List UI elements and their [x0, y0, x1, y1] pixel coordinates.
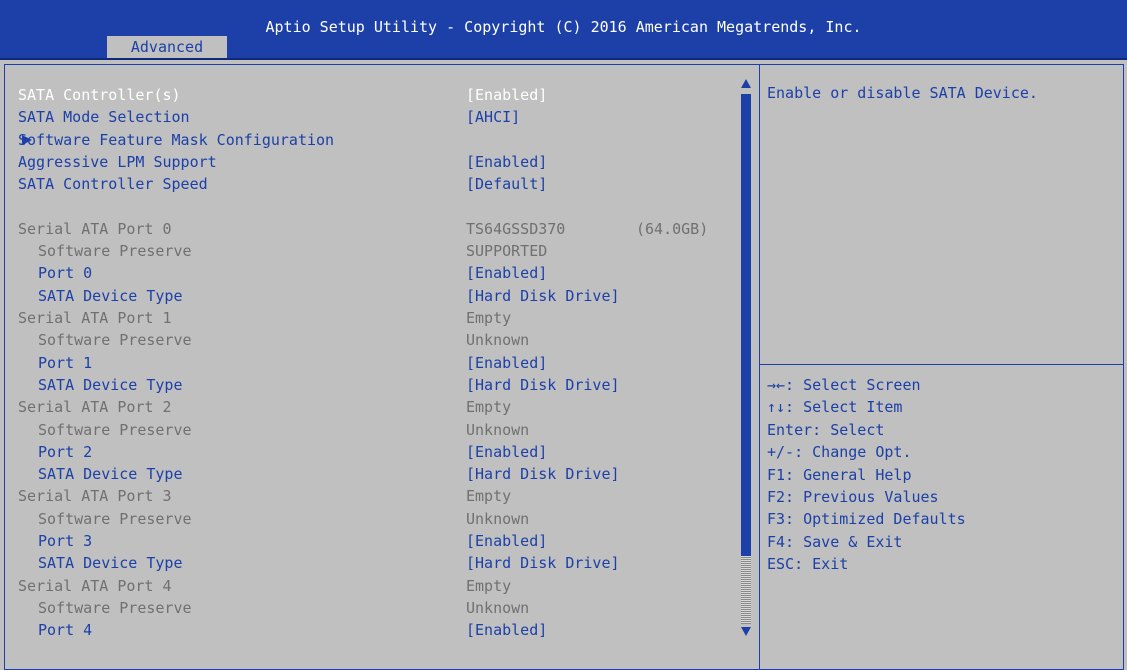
- port-2-software-preserve-label: Software Preserve: [38, 420, 192, 439]
- scroll-down-arrow-icon[interactable]: [741, 627, 751, 636]
- port-2-enable[interactable]: Port 2 [Enabled]: [0, 441, 735, 463]
- port-1-enable-value[interactable]: [Enabled]: [466, 352, 547, 374]
- setting-sata-controllers[interactable]: SATA Controller(s) [Enabled]: [0, 84, 735, 106]
- port-2-info: Serial ATA Port 2 Empty: [0, 396, 735, 418]
- port-2-device-type[interactable]: SATA Device Type [Hard Disk Drive]: [0, 463, 735, 485]
- port-1-info-value: Empty: [466, 309, 512, 327]
- port-0-software-preserve: Software Preserve SUPPORTED: [0, 240, 735, 262]
- submenu-software-feature-mask-label: Software Feature Mask Configuration: [18, 130, 335, 149]
- port-1-device-type-label: SATA Device Type: [38, 375, 183, 394]
- port-1-enable-label: Port 1: [38, 353, 93, 372]
- port-4-software-preserve-label: Software Preserve: [38, 598, 192, 617]
- port-0-enable-value[interactable]: [Enabled]: [466, 262, 547, 284]
- panel-divider: [759, 64, 760, 670]
- port-4-software-preserve-value: Unknown: [466, 598, 530, 617]
- app-title: Aptio Setup Utility - Copyright (C) 2016…: [265, 18, 862, 36]
- port-3-software-preserve-value: Unknown: [466, 509, 530, 528]
- port-2-device-type-value[interactable]: [Hard Disk Drive]: [466, 463, 620, 485]
- port-2-device-type-label: SATA Device Type: [38, 465, 183, 484]
- setting-aggressive-lpm-value[interactable]: [Enabled]: [466, 151, 547, 173]
- port-4-info-value: Empty: [466, 576, 512, 595]
- port-0-device-type-value[interactable]: [Hard Disk Drive]: [466, 285, 620, 307]
- port-3-enable-value[interactable]: [Enabled]: [466, 530, 547, 552]
- port-1-software-preserve-value: Unknown: [466, 331, 530, 350]
- port-4-enable-value[interactable]: [Enabled]: [466, 619, 547, 641]
- port-1-device-type-value[interactable]: [Hard Disk Drive]: [466, 374, 620, 396]
- port-2-enable-value[interactable]: [Enabled]: [466, 441, 547, 463]
- title-bar: Aptio Setup Utility - Copyright (C) 2016…: [0, 0, 1127, 60]
- key-help-item: Enter: Select: [767, 420, 885, 439]
- key-help-item: F1: General Help: [767, 465, 912, 484]
- setting-sata-controllers-label: SATA Controller(s): [18, 86, 181, 104]
- port-4-enable-label: Port 4: [38, 621, 93, 640]
- setting-aggressive-lpm[interactable]: Aggressive LPM Support [Enabled]: [0, 151, 735, 173]
- port-3-enable[interactable]: Port 3 [Enabled]: [0, 530, 735, 552]
- key-help-item: +/-: Change Opt.: [767, 443, 912, 462]
- port-4-software-preserve: Software Preserve Unknown: [0, 597, 735, 619]
- port-3-device-type-label: SATA Device Type: [38, 554, 183, 573]
- port-0-info-value: TS64GSSD370: [466, 219, 566, 238]
- port-3-info: Serial ATA Port 3 Empty: [0, 485, 735, 507]
- port-3-software-preserve: Software Preserve Unknown: [0, 508, 735, 530]
- tab-advanced[interactable]: Advanced: [107, 36, 227, 58]
- setting-sata-mode-value[interactable]: [AHCI]: [466, 106, 520, 128]
- scroll-track-empty[interactable]: [741, 556, 751, 624]
- port-0-software-preserve-label: Software Preserve: [38, 242, 192, 261]
- port-0-device-type[interactable]: SATA Device Type [Hard Disk Drive]: [0, 285, 735, 307]
- port-0-enable-label: Port 0: [38, 264, 93, 283]
- help-divider: [760, 364, 1124, 365]
- port-0-enable[interactable]: Port 0 [Enabled]: [0, 262, 735, 284]
- port-2-software-preserve-value: Unknown: [466, 420, 530, 439]
- port-1-info-label: Serial ATA Port 1: [18, 309, 172, 327]
- port-0-device-type-label: SATA Device Type: [38, 286, 183, 305]
- key-help-item: F4: Save & Exit: [767, 532, 903, 551]
- port-1-device-type[interactable]: SATA Device Type [Hard Disk Drive]: [0, 374, 735, 396]
- setting-sata-controller-speed[interactable]: SATA Controller Speed [Default]: [0, 173, 735, 195]
- port-1-software-preserve: Software Preserve Unknown: [0, 329, 735, 351]
- port-2-info-label: Serial ATA Port 2: [18, 398, 172, 417]
- port-2-info-value: Empty: [466, 398, 512, 417]
- port-2-enable-label: Port 2: [38, 442, 93, 461]
- port-0-info: Serial ATA Port 0 TS64GSSD370 (64.0GB): [0, 218, 735, 240]
- submenu-software-feature-mask[interactable]: Software Feature Mask Configuration: [0, 129, 735, 151]
- key-help-item: F3: Optimized Defaults: [767, 510, 966, 529]
- setting-sata-mode[interactable]: SATA Mode Selection [AHCI]: [0, 106, 735, 128]
- port-1-software-preserve-label: Software Preserve: [38, 331, 192, 350]
- port-0-software-preserve-value: SUPPORTED: [466, 242, 548, 261]
- setting-sata-mode-label: SATA Mode Selection: [18, 108, 190, 127]
- port-3-enable-label: Port 3: [38, 532, 93, 550]
- key-help-item: →←: Select Screen: [767, 376, 921, 394]
- port-0-info-size: (64.0GB): [636, 219, 709, 238]
- port-0-info-label: Serial ATA Port 0: [18, 219, 172, 238]
- port-1-enable[interactable]: Port 1 [Enabled]: [0, 352, 735, 374]
- setting-sata-controller-speed-label: SATA Controller Speed: [18, 175, 208, 194]
- port-3-info-label: Serial ATA Port 3: [18, 487, 172, 506]
- port-1-info: Serial ATA Port 1 Empty: [0, 307, 735, 329]
- port-4-info-label: Serial ATA Port 4: [18, 576, 172, 595]
- key-help-item: F2: Previous Values: [767, 488, 939, 506]
- port-4-info: Serial ATA Port 4 Empty: [0, 575, 735, 597]
- help-description: Enable or disable SATA Device.: [767, 84, 1038, 102]
- setting-sata-controllers-value[interactable]: [Enabled]: [466, 84, 547, 106]
- port-3-device-type-value[interactable]: [Hard Disk Drive]: [466, 552, 620, 574]
- key-help-item: ESC: Exit: [767, 555, 849, 574]
- port-4-enable[interactable]: Port 4 [Enabled]: [0, 619, 735, 641]
- setting-sata-controller-speed-value[interactable]: [Default]: [466, 173, 547, 195]
- port-3-info-value: Empty: [466, 487, 512, 506]
- scroll-up-arrow-icon[interactable]: [741, 79, 751, 88]
- port-2-software-preserve: Software Preserve Unknown: [0, 419, 735, 441]
- setting-aggressive-lpm-label: Aggressive LPM Support: [18, 152, 217, 171]
- port-3-device-type[interactable]: SATA Device Type [Hard Disk Drive]: [0, 552, 735, 574]
- scroll-thumb[interactable]: [741, 94, 751, 556]
- key-help-item: ↑↓: Select Item: [767, 398, 903, 417]
- port-3-software-preserve-label: Software Preserve: [38, 509, 192, 528]
